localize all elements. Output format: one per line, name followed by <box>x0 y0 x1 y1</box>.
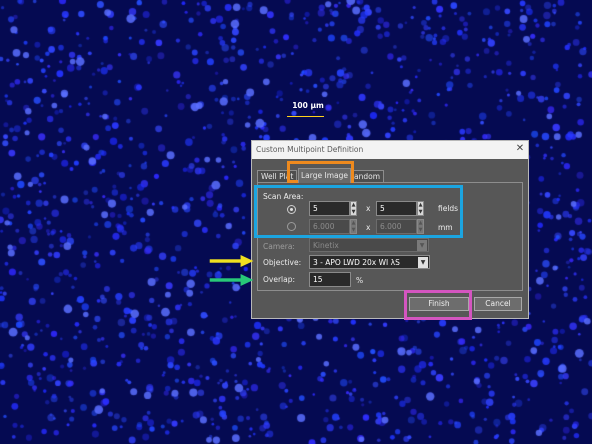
tab-label: Large Image <box>301 171 348 180</box>
dialog-title: Custom Multipoint Definition <box>256 145 364 154</box>
chevron-down-icon[interactable]: ▼ <box>417 240 427 251</box>
tab-large-image[interactable]: Large Image <box>298 168 351 183</box>
tab-label: andom <box>354 172 381 181</box>
chevron-down-icon[interactable]: ▼ <box>418 257 428 268</box>
objective-select[interactable]: 3 - APO LWD 20x WI λS ▼ <box>309 255 430 269</box>
overlap-unit: % <box>356 276 364 285</box>
right-arrow-icon <box>209 274 254 286</box>
camera-value: Kinetix <box>313 241 339 250</box>
overlap-label: Overlap: <box>263 275 296 284</box>
dialog-titlebar: Custom Multipoint Definition ✕ <box>252 141 528 159</box>
right-arrow-icon <box>209 255 254 267</box>
scan-area-highlight <box>254 185 463 238</box>
objective-value: 3 - APO LWD 20x WI λS <box>313 258 400 267</box>
finish-button-highlight <box>404 290 472 320</box>
cancel-button[interactable]: Cancel <box>474 297 522 311</box>
camera-label: Camera: <box>263 242 295 251</box>
scale-bar <box>287 116 324 117</box>
overlap-input[interactable]: 15 <box>309 272 351 287</box>
objective-label: Objective: <box>263 258 302 267</box>
scale-bar-label: 100 µm <box>292 101 324 110</box>
tab-random[interactable]: andom <box>351 170 384 182</box>
camera-select[interactable]: Kinetix ▼ <box>309 238 429 252</box>
close-icon[interactable]: ✕ <box>514 143 526 155</box>
